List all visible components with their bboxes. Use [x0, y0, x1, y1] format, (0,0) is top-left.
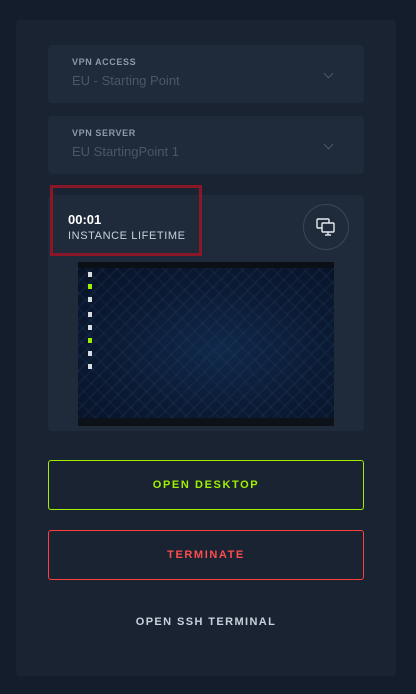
- preview-bottom-bar: [78, 418, 334, 426]
- vpn-access-select[interactable]: VPN ACCESS EU - Starting Point: [48, 45, 364, 103]
- preview-desktop-wallpaper: [78, 268, 334, 418]
- vpn-access-value: EU - Starting Point: [72, 73, 180, 88]
- vpn-server-value: EU StartingPoint 1: [72, 144, 179, 159]
- desktop-preview[interactable]: [78, 262, 334, 426]
- open-desktop-icon-button[interactable]: [303, 204, 349, 250]
- preview-folder-icon: [88, 338, 92, 343]
- vpn-access-label: VPN ACCESS: [72, 57, 137, 67]
- monitor-icon: [316, 218, 335, 236]
- preview-folder-icon: [88, 284, 92, 289]
- chevron-down-icon: [323, 68, 334, 79]
- preview-file-icon: [88, 351, 92, 356]
- preview-file-icon: [88, 272, 92, 277]
- preview-file-icon: [88, 364, 92, 369]
- open-ssh-terminal-link[interactable]: OPEN SSH TERMINAL: [48, 616, 364, 628]
- terminate-button[interactable]: TERMINATE: [48, 530, 364, 580]
- chevron-down-icon: [323, 139, 334, 150]
- preview-file-icon: [88, 325, 92, 330]
- open-desktop-button[interactable]: OPEN DESKTOP: [48, 460, 364, 510]
- instance-lifetime-label: INSTANCE LIFETIME: [68, 230, 186, 242]
- preview-file-icon: [88, 297, 92, 302]
- preview-file-icon: [88, 312, 92, 317]
- instance-timer: 00:01: [68, 212, 102, 227]
- vpn-server-select[interactable]: VPN SERVER EU StartingPoint 1: [48, 116, 364, 174]
- vpn-server-label: VPN SERVER: [72, 128, 136, 138]
